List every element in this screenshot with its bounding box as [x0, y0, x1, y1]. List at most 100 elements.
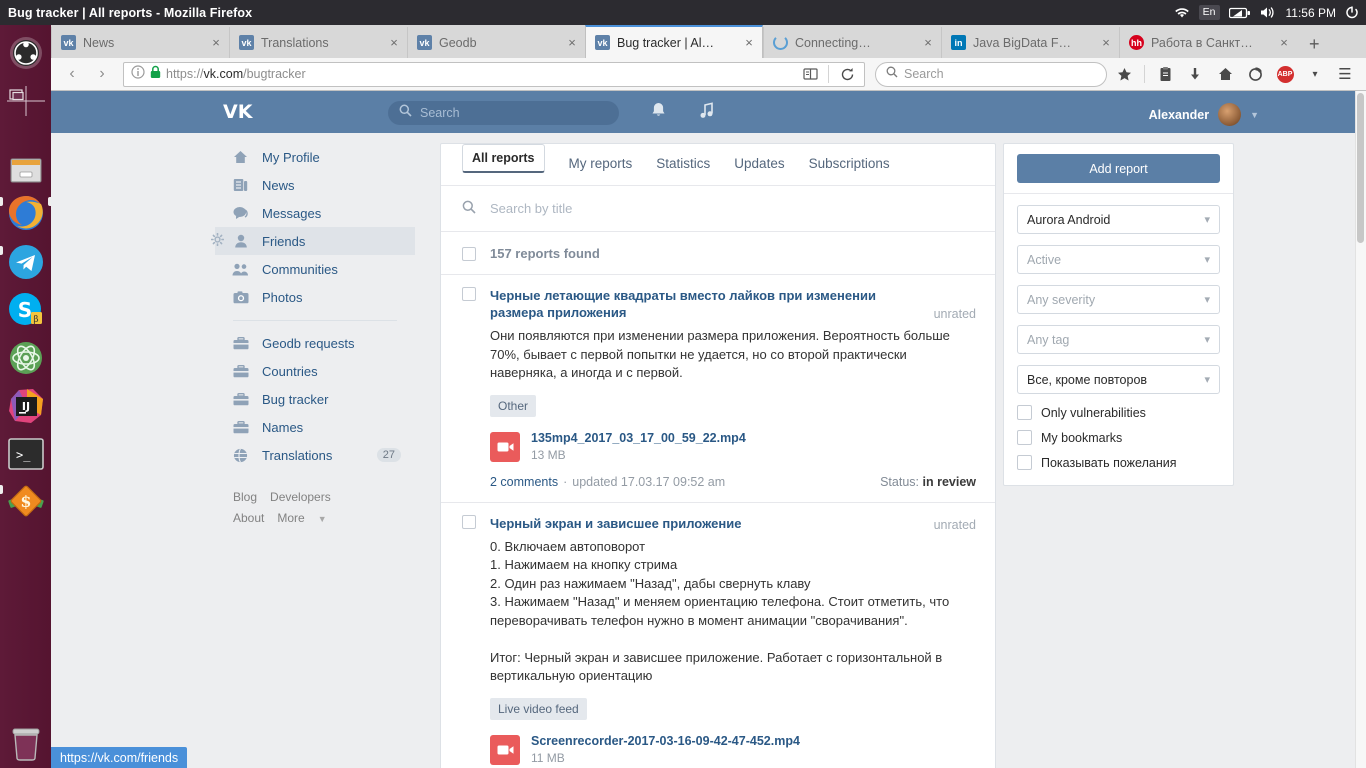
tab-close-icon[interactable]: × — [742, 35, 756, 50]
sidebar-item-translations[interactable]: Translations 27 — [215, 441, 415, 469]
tab-close-icon[interactable]: × — [209, 35, 223, 50]
address-bar[interactable]: https://vk.com/bugtracker — [123, 61, 865, 87]
report-title-link[interactable]: Черные летающие квадраты вместо лайков п… — [490, 287, 924, 321]
tab-close-icon[interactable]: × — [1099, 35, 1113, 50]
sidebar-item-my-profile[interactable]: My Profile — [215, 143, 415, 171]
user-menu[interactable]: Alexander ▼ — [1149, 103, 1259, 126]
power-gear-icon[interactable] — [1345, 5, 1359, 20]
checkbox-box[interactable] — [1017, 430, 1032, 445]
terminal-icon[interactable]: >_ — [5, 433, 47, 475]
downloads-icon[interactable] — [1182, 62, 1208, 86]
checkbox-box[interactable] — [1017, 405, 1032, 420]
attachment-name-link[interactable]: 135mp4_2017_03_17_00_59_22.mp4 — [531, 430, 746, 446]
system-clock[interactable]: 11:56 PM — [1286, 6, 1336, 20]
report-title-link[interactable]: Черный экран и зависшее приложение — [490, 515, 924, 532]
tab-close-icon[interactable]: × — [387, 35, 401, 50]
checkbox-show-wishes[interactable]: Показывать пожелания — [1017, 455, 1220, 470]
sidebar-item-names[interactable]: Names — [215, 413, 415, 441]
sidebar-item-photos[interactable]: Photos — [215, 283, 415, 311]
home-icon[interactable] — [1212, 62, 1238, 86]
money-icon[interactable]: $ — [5, 480, 47, 522]
sidebar-item-friends[interactable]: Friends — [210, 227, 415, 255]
sidebar-item-geodb-requests[interactable]: Geodb requests — [215, 329, 415, 357]
sidebar-item-communities[interactable]: Communities — [215, 255, 415, 283]
new-tab-button[interactable]: + — [1297, 30, 1332, 58]
report-attachment[interactable]: Screenrecorder-2017-03-16-09-42-47-452.m… — [490, 733, 976, 767]
scrollbar-thumb[interactable] — [1357, 93, 1364, 243]
tab-statistics[interactable]: Statistics — [656, 144, 710, 182]
filter-severity-select[interactable]: Any severity ▾ — [1017, 285, 1220, 314]
battery-icon[interactable] — [1228, 7, 1251, 19]
wifi-icon[interactable] — [1174, 6, 1190, 19]
library-icon[interactable] — [1152, 62, 1178, 86]
bookmark-star-icon[interactable] — [1111, 62, 1137, 86]
sidebar-item-bug-tracker[interactable]: Bug tracker — [215, 385, 415, 413]
footer-link-about[interactable]: About — [233, 511, 264, 525]
checkbox-my-bookmarks[interactable]: My bookmarks — [1017, 430, 1220, 445]
browser-tab[interactable]: Connecting… × — [763, 27, 941, 58]
adblock-plus-icon[interactable]: ABP — [1272, 62, 1298, 86]
sidebar-item-messages[interactable]: Messages — [215, 199, 415, 227]
report-tag[interactable]: Live video feed — [490, 697, 587, 720]
chevron-down-icon[interactable]: ▾ — [1302, 62, 1328, 86]
workspace-switcher-icon[interactable] — [5, 80, 47, 122]
files-icon[interactable] — [5, 149, 47, 191]
tab-subscriptions[interactable]: Subscriptions — [809, 144, 890, 182]
filter-status-select[interactable]: Active ▾ — [1017, 245, 1220, 274]
browser-tab-active[interactable]: vk Bug tracker | Al… × — [585, 25, 763, 58]
telegram-icon[interactable] — [5, 241, 47, 283]
reload-icon[interactable] — [834, 62, 860, 86]
chevron-down-icon[interactable]: ▼ — [318, 514, 327, 524]
tab-updates[interactable]: Updates — [734, 144, 784, 182]
hamburger-menu-icon[interactable]: ☰ — [1332, 62, 1358, 86]
trash-icon[interactable] — [5, 722, 47, 764]
add-report-button[interactable]: Add report — [1017, 154, 1220, 183]
browser-search-box[interactable]: Search — [875, 61, 1107, 87]
checkbox-only-vulnerabilities[interactable]: Only vulnerabilities — [1017, 405, 1220, 420]
browser-tab[interactable]: hh Работа в Санкт… × — [1119, 27, 1297, 58]
back-button[interactable]: ‹ — [59, 62, 85, 86]
browser-tab[interactable]: vk Geodb × — [407, 27, 585, 58]
report-tag[interactable]: Other — [490, 394, 537, 417]
tab-close-icon[interactable]: × — [921, 35, 935, 50]
skype-icon[interactable]: S β — [5, 289, 47, 331]
sidebar-item-news[interactable]: News — [215, 171, 415, 199]
footer-link-blog[interactable]: Blog — [233, 490, 257, 504]
atom-icon[interactable] — [5, 337, 47, 379]
filter-tag-select[interactable]: Any tag ▾ — [1017, 325, 1220, 354]
select-all-checkbox[interactable] — [462, 246, 476, 261]
checkbox-box[interactable] — [1017, 455, 1032, 470]
tab-close-icon[interactable]: × — [565, 35, 579, 50]
firefox-icon[interactable] — [5, 192, 47, 234]
report-checkbox[interactable] — [462, 514, 476, 529]
ubuntu-dash-icon[interactable] — [5, 32, 47, 74]
page-scrollbar[interactable] — [1355, 91, 1366, 768]
sidebar-item-countries[interactable]: Countries — [215, 357, 415, 385]
browser-tab[interactable]: in Java BigData F… × — [941, 27, 1119, 58]
forward-button[interactable]: › — [89, 62, 115, 86]
search-by-title-input[interactable]: Search by title — [441, 186, 995, 232]
filter-product-select[interactable]: Aurora Android ▾ — [1017, 205, 1220, 234]
tab-close-icon[interactable]: × — [1277, 35, 1291, 50]
chevron-down-icon[interactable]: ▼ — [1250, 110, 1259, 120]
gear-icon[interactable] — [210, 232, 225, 249]
intellij-idea-icon[interactable]: IJ — [5, 385, 47, 427]
vk-logo-icon[interactable]: VK — [223, 101, 257, 126]
report-attachment[interactable]: 135mp4_2017_03_17_00_59_22.mp4 13 MB — [490, 430, 976, 464]
filter-duplicates-select[interactable]: Все, кроме повторов ▾ — [1017, 365, 1220, 394]
report-comments-link[interactable]: 2 comments — [490, 475, 558, 489]
page-info-icon[interactable] — [131, 64, 145, 84]
reader-mode-icon[interactable] — [797, 62, 823, 86]
avatar[interactable] — [1218, 103, 1242, 126]
report-checkbox[interactable] — [462, 287, 476, 301]
vk-search-input[interactable]: Search — [388, 101, 619, 125]
sync-icon[interactable] — [1242, 62, 1268, 86]
attachment-name-link[interactable]: Screenrecorder-2017-03-16-09-42-47-452.m… — [531, 733, 800, 749]
tab-all-reports[interactable]: All reports — [462, 144, 545, 173]
tab-my-reports[interactable]: My reports — [569, 144, 633, 182]
browser-tab[interactable]: vk Translations × — [229, 27, 407, 58]
notifications-bell-icon[interactable] — [651, 102, 666, 123]
volume-icon[interactable] — [1260, 6, 1277, 19]
footer-link-more[interactable]: More — [277, 511, 304, 525]
keyboard-layout-indicator[interactable]: En — [1198, 5, 1220, 20]
